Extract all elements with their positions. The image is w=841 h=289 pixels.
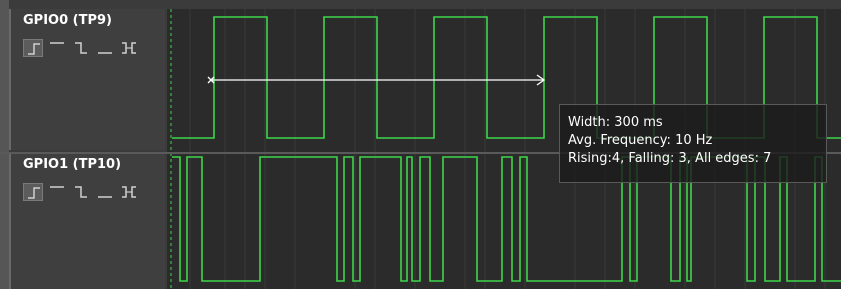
measurement-tooltip: Width: 300 ms Avg. Frequency: 10 Hz Risi… [559,104,827,183]
trigger-selector [23,183,163,201]
trigger-selector [23,39,163,57]
channel-label-gpio1[interactable]: GPIO1 (TP10) [9,153,165,289]
low-level-icon[interactable] [95,39,115,57]
falling-edge-icon[interactable] [71,39,91,57]
high-level-icon[interactable] [47,39,67,57]
low-level-icon[interactable] [95,183,115,201]
logic-analyzer-view: GPIO0 (TP9) GPIO1 (TP10) Width: 300 ms A… [0,0,841,289]
rising-edge-icon[interactable] [23,183,43,201]
pulse-width-text: Width: 300 ms [568,115,663,130]
any-edge-icon[interactable] [119,39,139,57]
any-edge-icon[interactable] [119,183,139,201]
falling-edge-icon[interactable] [71,183,91,201]
edge-count-text: Rising:4, Falling: 3, All edges: 7 [568,151,772,166]
avg-frequency-text: Avg. Frequency: 10 Hz [568,133,713,148]
rising-edge-icon[interactable] [23,39,43,57]
channel-label-gpio0[interactable]: GPIO0 (TP9) [9,9,165,150]
channel-gutter [0,0,9,289]
high-level-icon[interactable] [47,183,67,201]
channel-name: GPIO0 (TP9) [23,13,112,28]
channel-name: GPIO1 (TP10) [23,157,122,172]
